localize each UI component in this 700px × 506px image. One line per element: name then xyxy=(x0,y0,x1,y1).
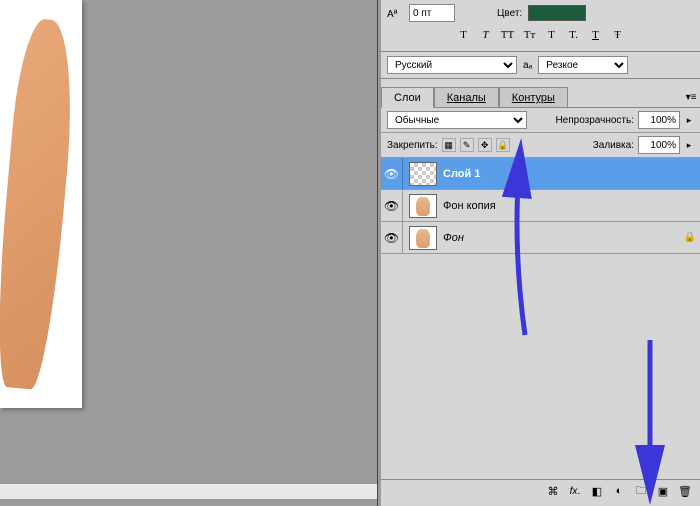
type-strike-button[interactable]: Ŧ xyxy=(610,29,626,43)
character-panel: Aª Цвет: T T TT Tт T T. T Ŧ xyxy=(381,0,700,52)
layer-thumbnail[interactable] xyxy=(409,194,437,218)
blend-opacity-row: Обычные Непрозрачность: ▸ xyxy=(381,108,700,133)
lock-position-icon[interactable]: ✥ xyxy=(478,138,492,152)
panel-tabs: Слои Каналы Контуры ▾≡ xyxy=(381,87,700,108)
layer-row[interactable]: 👁 Фон копия xyxy=(381,190,700,222)
type-allcaps-button[interactable]: TT xyxy=(500,29,516,43)
tab-paths[interactable]: Контуры xyxy=(499,87,568,107)
type-bold-button[interactable]: T xyxy=(456,29,472,43)
language-select[interactable]: Русский xyxy=(387,56,517,74)
type-italic-button[interactable]: T xyxy=(478,29,494,43)
blend-mode-select[interactable]: Обычные xyxy=(387,111,527,129)
lock-icon: 🔒 xyxy=(680,232,700,243)
link-layers-icon[interactable]: ⌘ xyxy=(544,483,562,499)
layers-footer: ⌘ fx. ◧ ◐ 🗀 ▣ 🗑 xyxy=(381,479,700,502)
lock-paint-icon[interactable]: ✎ xyxy=(460,138,474,152)
tab-channels[interactable]: Каналы xyxy=(434,87,499,107)
new-group-icon[interactable]: 🗀 xyxy=(632,483,650,499)
lock-pixels-icon[interactable]: ▦ xyxy=(442,138,456,152)
visibility-toggle-icon[interactable]: 👁 xyxy=(381,222,403,253)
panel-divider[interactable] xyxy=(377,0,381,506)
fx-icon[interactable]: fx. xyxy=(566,483,584,499)
baseline-shift-input[interactable] xyxy=(409,4,455,22)
antialias-icon: aₐ xyxy=(523,60,532,71)
visibility-toggle-icon[interactable]: 👁 xyxy=(381,158,403,189)
layer-row[interactable]: 👁 Фон 🔒 xyxy=(381,222,700,254)
type-underline-button[interactable]: T xyxy=(588,29,604,43)
type-subscript-button[interactable]: T. xyxy=(566,29,582,43)
layer-name[interactable]: Фон копия xyxy=(443,200,496,212)
layer-name[interactable]: Слой 1 xyxy=(443,168,480,180)
fill-label: Заливка: xyxy=(593,140,634,151)
fill-input[interactable] xyxy=(638,136,680,154)
type-style-buttons: T T TT Tт T T. T Ŧ xyxy=(387,26,694,47)
layer-thumbnail[interactable] xyxy=(409,226,437,250)
canvas-image xyxy=(0,17,80,391)
visibility-toggle-icon[interactable]: 👁 xyxy=(381,190,403,221)
type-smallcaps-button[interactable]: Tт xyxy=(522,29,538,43)
language-row: Русский aₐ Резкое xyxy=(381,52,700,79)
new-layer-icon[interactable]: ▣ xyxy=(654,483,672,499)
opacity-label: Непрозрачность: xyxy=(555,115,634,126)
opacity-input[interactable] xyxy=(638,111,680,129)
panel-menu-icon[interactable]: ▾≡ xyxy=(682,92,700,103)
color-label: Цвет: xyxy=(497,8,522,19)
lock-fill-row: Закрепить: ▦ ✎ ✥ 🔒 Заливка: ▸ xyxy=(381,133,700,158)
layer-list-empty-area[interactable] xyxy=(381,254,700,504)
tab-layers[interactable]: Слои xyxy=(381,87,434,108)
adjustment-layer-icon[interactable]: ◐ xyxy=(610,483,628,499)
panels-area: Aª Цвет: T T TT Tт T T. T Ŧ Русский aₐ Р… xyxy=(380,0,700,506)
fill-flyout-icon[interactable]: ▸ xyxy=(684,140,694,151)
horizontal-scrollbar[interactable] xyxy=(0,483,380,499)
trash-icon[interactable]: 🗑 xyxy=(676,483,694,499)
layer-list: 👁 Слой 1 👁 Фон копия 👁 Фон 🔒 xyxy=(381,158,700,504)
layer-mask-icon[interactable]: ◧ xyxy=(588,483,606,499)
document-canvas[interactable] xyxy=(0,0,82,408)
layer-name[interactable]: Фон xyxy=(443,232,464,244)
lock-label: Закрепить: xyxy=(387,140,438,151)
svg-text:Aª: Aª xyxy=(387,9,398,20)
workspace xyxy=(0,0,380,499)
layer-row[interactable]: 👁 Слой 1 xyxy=(381,158,700,190)
lock-all-icon[interactable]: 🔒 xyxy=(496,138,510,152)
type-superscript-button[interactable]: T xyxy=(544,29,560,43)
baseline-shift-icon: Aª xyxy=(387,6,403,20)
antialias-select[interactable]: Резкое xyxy=(538,56,628,74)
opacity-flyout-icon[interactable]: ▸ xyxy=(684,115,694,126)
layer-thumbnail[interactable] xyxy=(409,162,437,186)
text-color-swatch[interactable] xyxy=(528,5,586,21)
